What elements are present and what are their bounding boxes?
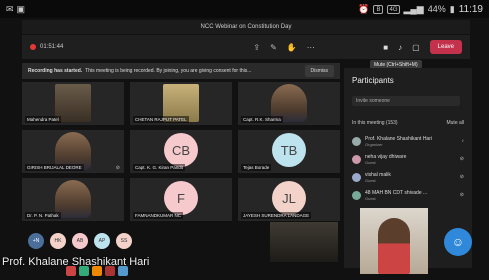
video-grid: Mahendra Patel CHETAN RAJPUT PATEL Capt.… (22, 82, 340, 232)
list-item[interactable]: vishal malik Guest ⊘ (352, 168, 464, 186)
battery-icon: ▮ (449, 3, 455, 14)
tile-name: Tejas Borade (241, 164, 272, 171)
app-icon[interactable] (105, 266, 115, 276)
video-tile[interactable]: F FAMNANDKUMAR NC (130, 178, 232, 221)
banner-bold: Recording has started. (28, 68, 83, 74)
status-bar: ✉ ▣ ⏰ B 4G ▂▄▆ 44% ▮ 11:19 (0, 0, 489, 18)
tile-name: Capt. R.K. Sharma (241, 116, 283, 123)
list-item[interactable]: neha vijay dhiware Guest ⊘ (352, 150, 464, 168)
record-icon (30, 44, 36, 50)
video-tile[interactable]: GIRISH BRIJALAL DEORE ⊘ (22, 130, 124, 173)
avatar (352, 136, 361, 146)
window-title: NCC Webinar on Constitution Day (22, 20, 470, 34)
alarm-icon: ⏰ (358, 3, 370, 14)
avatar (352, 154, 361, 164)
floating-action-button[interactable]: ☺ (444, 228, 472, 256)
app-icon[interactable] (118, 266, 128, 276)
tile-name: GIRISH BRIJALAL DEORE (25, 164, 84, 171)
self-person (378, 218, 410, 274)
chip-4g: 4G (387, 4, 400, 14)
tile-name: FAMNANDKUMAR NC (133, 212, 184, 219)
camera-icon[interactable]: ■ (383, 43, 388, 52)
video-tile[interactable]: CHETAN RAJPUT PATEL (130, 82, 232, 125)
tile-name: JAYESH SURENDRA LANDAGE (241, 212, 312, 219)
battery-pct: 44% (427, 4, 446, 14)
raise-hand-icon[interactable]: ✋ (287, 43, 297, 52)
video-tile[interactable]: Capt. R.K. Sharma (238, 82, 340, 125)
more-icon[interactable]: ⋯ (307, 43, 315, 52)
mic-off-icon: ⊘ (115, 165, 120, 171)
mic-off-icon: ⊘ (459, 156, 464, 162)
clock: 11:19 (458, 3, 483, 15)
speaker-video (270, 222, 338, 262)
panel-title: Participants (352, 76, 394, 85)
list-item[interactable]: 48 MAH BN CDT shivade ... Guest ⊘ (352, 186, 464, 204)
chat-icon[interactable]: ✎ (270, 43, 277, 52)
mic-icon: ♪ (461, 138, 465, 144)
initials-avatar: TB (272, 133, 306, 167)
recording-banner: Recording has started. This meeting is b… (22, 63, 340, 79)
more-participants[interactable]: +N (28, 233, 44, 249)
video-tile[interactable]: Mahendra Patel (22, 82, 124, 125)
tile-name: Capt. K. G. Kiran Pandit (133, 164, 186, 171)
invite-input[interactable]: Invite someone (352, 96, 460, 106)
avatar (352, 172, 361, 182)
app-icon[interactable] (79, 266, 89, 276)
mini-avatar[interactable]: AB (72, 233, 88, 249)
app-icon: ▣ (16, 3, 26, 14)
meeting-duration: 01:51:44 (40, 44, 64, 50)
mic-off-icon: ⊘ (459, 174, 464, 180)
initials-avatar: CB (164, 133, 198, 167)
meeting-toolbar: 01:51:44 ⇪ ✎ ✋ ⋯ ■ ♪ ▢ Leave (22, 35, 470, 59)
initials-avatar: JL (272, 181, 306, 215)
avatar (352, 190, 361, 200)
video-tile[interactable]: CB Capt. K. G. Kiran Pandit (130, 130, 232, 173)
list-item[interactable]: Prof. Khalane Shashikant Hari Organizer ♪ (352, 132, 464, 150)
mic-icon[interactable]: ♪ (398, 43, 402, 52)
taskbar (66, 262, 136, 280)
participant-role: Guest (365, 195, 376, 201)
participant-role: Guest (365, 177, 376, 183)
tile-name: Mahendra Patel (25, 116, 61, 123)
mini-avatar[interactable]: SS (116, 233, 132, 249)
person-icon: ☺ (451, 235, 465, 249)
leave-button[interactable]: Leave (429, 40, 462, 54)
chip-b: B (373, 4, 384, 14)
signal-icon: ▂▄▆ (403, 3, 424, 14)
tile-name: CHETAN RAJPUT PATEL (133, 116, 189, 123)
initials-avatar: F (164, 181, 198, 215)
share-icon[interactable]: ⇪ (253, 43, 260, 52)
banner-text: This meeting is being recorded. By joini… (85, 68, 252, 74)
dismiss-button[interactable]: Dismiss (304, 65, 334, 77)
app-icon[interactable] (92, 266, 102, 276)
notification-icon: ✉ (6, 3, 14, 14)
video-tile[interactable]: TB Tejas Borade (238, 130, 340, 173)
mini-avatar[interactable]: AP (94, 233, 110, 249)
participants-section: In this meeting (153) Mute all (352, 120, 464, 126)
tile-name: Dr. P. N. Pathak (25, 212, 61, 219)
mic-off-icon: ⊘ (459, 192, 464, 198)
share-screen-icon[interactable]: ▢ (412, 43, 420, 52)
video-tile[interactable]: JL JAYESH SURENDRA LANDAGE (238, 178, 340, 221)
section-label[interactable]: In this meeting (153) (352, 120, 398, 126)
mute-all-button[interactable]: Mute all (446, 120, 464, 126)
app-icon[interactable] (66, 266, 76, 276)
mini-avatar[interactable]: HK (50, 233, 66, 249)
participant-list: Prof. Khalane Shashikant Hari Organizer ♪… (352, 132, 464, 204)
video-tile[interactable]: Dr. P. N. Pathak (22, 178, 124, 221)
participant-role: Guest (365, 159, 376, 165)
participant-role: Organizer (365, 141, 383, 147)
self-video (360, 208, 428, 274)
